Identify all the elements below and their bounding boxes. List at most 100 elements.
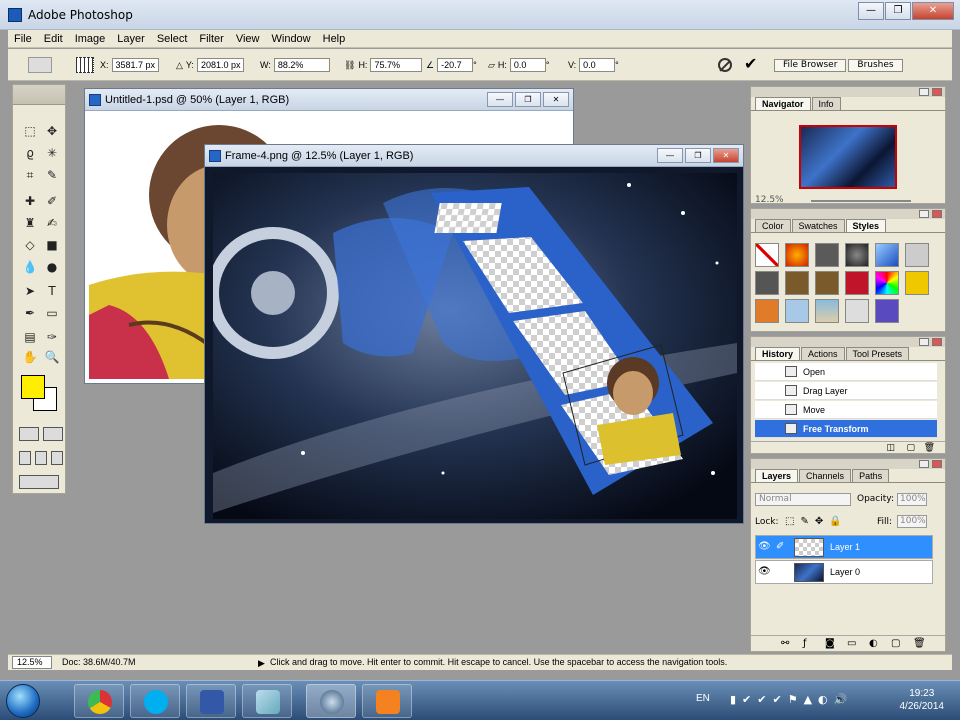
- style-swatch[interactable]: [875, 243, 899, 267]
- doc-close-button[interactable]: ✕: [713, 148, 739, 163]
- tab-styles[interactable]: Styles: [845, 219, 887, 232]
- skew-v-field[interactable]: V: 0.0 °: [568, 58, 622, 72]
- palette-minimize-icon[interactable]: [919, 88, 929, 96]
- dodge-tool-icon[interactable]: ●: [43, 259, 61, 275]
- style-swatch[interactable]: [815, 243, 839, 267]
- y-field[interactable]: △ Y: 2081.0 px: [176, 58, 245, 72]
- media-player-taskbar-icon[interactable]: [362, 684, 412, 718]
- trash-icon[interactable]: 🗑: [924, 443, 935, 453]
- menu-image[interactable]: Image: [69, 33, 112, 45]
- link-icon[interactable]: ⛓: [344, 60, 355, 71]
- crop-tool-icon[interactable]: ⌗: [21, 167, 39, 183]
- menu-edit[interactable]: Edit: [38, 33, 69, 45]
- lasso-tool-icon[interactable]: ϱ: [21, 145, 39, 161]
- new-group-icon[interactable]: ▭: [847, 638, 856, 649]
- blur-tool-icon[interactable]: 💧: [21, 259, 39, 275]
- close-button[interactable]: ✕: [912, 2, 954, 20]
- tab-actions[interactable]: Actions: [801, 347, 845, 360]
- tab-swatches[interactable]: Swatches: [791, 219, 845, 232]
- style-swatch[interactable]: [875, 299, 899, 323]
- doc-minimize-button[interactable]: —: [487, 92, 513, 107]
- adjustment-layer-icon[interactable]: ◐: [869, 638, 878, 649]
- status-zoom[interactable]: 12.5%: [12, 656, 52, 669]
- blend-mode-select[interactable]: Normal: [755, 493, 851, 506]
- palette-close-icon[interactable]: [932, 210, 942, 218]
- menu-filter[interactable]: Filter: [193, 33, 229, 45]
- style-swatch[interactable]: [785, 299, 809, 323]
- clone-stamp-tool-icon[interactable]: ♜: [21, 215, 39, 231]
- brush-tool-icon[interactable]: ✐: [43, 193, 61, 209]
- style-swatch[interactable]: [755, 271, 779, 295]
- save-taskbar-icon[interactable]: [186, 684, 236, 718]
- chrome-taskbar-icon[interactable]: [74, 684, 124, 718]
- opacity-input[interactable]: 100%: [897, 493, 927, 506]
- magic-wand-tool-icon[interactable]: ✳: [43, 145, 61, 161]
- document-window-frame[interactable]: Frame-4.png @ 12.5% (Layer 1, RGB) — ❐ ✕: [204, 144, 744, 524]
- history-item-selected[interactable]: Free Transform: [755, 420, 937, 438]
- style-swatch[interactable]: [845, 299, 869, 323]
- style-swatch[interactable]: [905, 271, 929, 295]
- tab-paths[interactable]: Paths: [852, 469, 890, 482]
- menu-view[interactable]: View: [230, 33, 266, 45]
- history-item[interactable]: Move: [755, 401, 937, 419]
- quick-mask-mode-icon[interactable]: [43, 427, 63, 441]
- style-swatch[interactable]: [755, 299, 779, 323]
- restore-button[interactable]: ❐: [885, 2, 911, 20]
- eye-icon[interactable]: 👁: [758, 541, 772, 553]
- navigator-zoom-slider[interactable]: [811, 200, 911, 202]
- zoom-tool-icon[interactable]: 🔍: [43, 349, 61, 365]
- gradient-tool-icon[interactable]: ■: [43, 237, 61, 253]
- new-layer-icon[interactable]: ▢: [891, 638, 900, 649]
- brush-link-icon[interactable]: ✐: [776, 541, 784, 552]
- menu-window[interactable]: Window: [266, 33, 317, 45]
- style-swatch[interactable]: [815, 299, 839, 323]
- palette-close-icon[interactable]: [932, 338, 942, 346]
- style-swatch[interactable]: [875, 271, 899, 295]
- film-reel-canvas[interactable]: [213, 173, 737, 519]
- menu-help[interactable]: Help: [317, 33, 352, 45]
- palette-grip[interactable]: [751, 459, 945, 469]
- style-swatch[interactable]: [785, 271, 809, 295]
- navigator-zoom[interactable]: 12.5%: [755, 195, 784, 205]
- skype-taskbar-icon[interactable]: [130, 684, 180, 718]
- file-browser-tab[interactable]: File Browser: [774, 59, 847, 72]
- tab-tool-presets[interactable]: Tool Presets: [845, 347, 910, 360]
- palette-minimize-icon[interactable]: [919, 460, 929, 468]
- doc-maximize-button[interactable]: ❐: [515, 92, 541, 107]
- doc-minimize-button[interactable]: —: [657, 148, 683, 163]
- path-selection-tool-icon[interactable]: ➤: [21, 283, 39, 299]
- tab-layers[interactable]: Layers: [755, 469, 799, 482]
- style-swatch[interactable]: [815, 271, 839, 295]
- menu-select[interactable]: Select: [151, 33, 194, 45]
- tab-channels[interactable]: Channels: [799, 469, 852, 482]
- screen-mode-full-icon[interactable]: [51, 451, 63, 465]
- doc-maximize-button[interactable]: ❐: [685, 148, 711, 163]
- style-none[interactable]: [755, 243, 779, 267]
- tab-navigator[interactable]: Navigator: [755, 97, 811, 110]
- menu-file[interactable]: File: [8, 33, 38, 45]
- rotate-field[interactable]: ∠ -20.7 °: [426, 58, 480, 72]
- width-field[interactable]: W: 88.2%: [260, 58, 330, 72]
- menu-layer[interactable]: Layer: [111, 33, 151, 45]
- play-arrow-icon[interactable]: ▶: [258, 656, 265, 670]
- palette-close-icon[interactable]: [932, 460, 942, 468]
- style-swatch[interactable]: [845, 243, 869, 267]
- document-title-bar[interactable]: Untitled-1.psd @ 50% (Layer 1, RGB) — ❐ …: [85, 89, 573, 111]
- marquee-tool-icon[interactable]: ⬚: [21, 123, 39, 139]
- minimize-button[interactable]: —: [858, 2, 884, 20]
- palette-grip[interactable]: [751, 337, 945, 347]
- start-button-icon[interactable]: [6, 684, 40, 718]
- healing-brush-tool-icon[interactable]: ✚: [21, 193, 39, 209]
- eye-icon[interactable]: 👁: [758, 566, 772, 578]
- pen-tool-icon[interactable]: ✒: [21, 305, 39, 321]
- lock-icons[interactable]: ⬚✎✥🔒: [785, 516, 848, 527]
- hand-tool-icon[interactable]: ✋: [21, 349, 39, 365]
- shape-tool-icon[interactable]: ▭: [43, 305, 61, 321]
- history-item[interactable]: Drag Layer: [755, 382, 937, 400]
- foreground-color-swatch[interactable]: [21, 375, 45, 399]
- navigator-thumbnail[interactable]: [799, 125, 897, 189]
- style-swatch[interactable]: [785, 243, 809, 267]
- history-brush-tool-icon[interactable]: ✍: [43, 215, 61, 231]
- photoshop-taskbar-icon[interactable]: [306, 684, 356, 718]
- palette-minimize-icon[interactable]: [919, 210, 929, 218]
